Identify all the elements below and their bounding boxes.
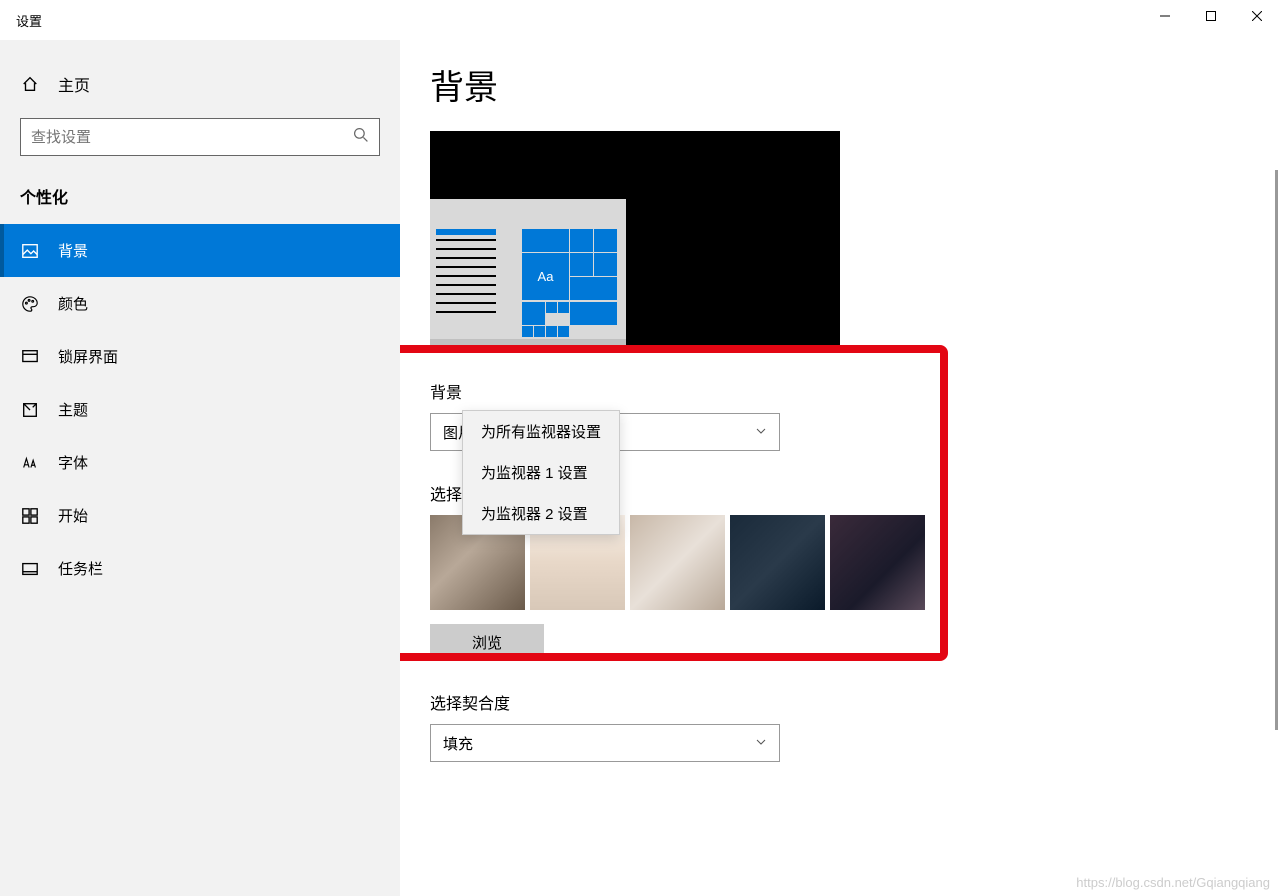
lockscreen-icon <box>20 347 40 367</box>
context-item-all-monitors[interactable]: 为所有监视器设置 <box>463 411 619 452</box>
home-button[interactable]: 主页 <box>0 60 400 108</box>
search-input[interactable] <box>31 129 353 146</box>
sidebar-item-themes[interactable]: 主题 <box>0 383 400 436</box>
desktop-preview: Aa <box>430 131 840 349</box>
page-title: 背景 <box>430 60 1250 109</box>
home-icon <box>20 74 40 94</box>
fit-label: 选择契合度 <box>430 690 1250 714</box>
preview-tile-text: Aa <box>522 253 569 300</box>
minimize-button[interactable] <box>1142 0 1188 32</box>
sidebar-item-label: 字体 <box>58 452 88 473</box>
sidebar-item-background[interactable]: 背景 <box>0 224 400 277</box>
sidebar-item-start[interactable]: 开始 <box>0 489 400 542</box>
close-button[interactable] <box>1234 0 1280 32</box>
browse-button[interactable]: 浏览 <box>430 624 544 660</box>
image-thumb[interactable] <box>730 515 825 610</box>
sidebar-item-colors[interactable]: 颜色 <box>0 277 400 330</box>
theme-icon <box>20 400 40 420</box>
context-item-monitor-2[interactable]: 为监视器 2 设置 <box>463 493 619 534</box>
home-label: 主页 <box>58 72 90 96</box>
window-title: 设置 <box>16 11 42 30</box>
font-icon <box>20 453 40 473</box>
image-thumb[interactable] <box>630 515 725 610</box>
sidebar-item-label: 主题 <box>58 399 88 420</box>
image-thumb[interactable] <box>830 515 925 610</box>
sidebar-item-fonts[interactable]: 字体 <box>0 436 400 489</box>
sidebar-item-lockscreen[interactable]: 锁屏界面 <box>0 330 400 383</box>
fit-dropdown[interactable]: 填充 <box>430 724 780 762</box>
context-item-monitor-1[interactable]: 为监视器 1 设置 <box>463 452 619 493</box>
maximize-button[interactable] <box>1188 0 1234 32</box>
palette-icon <box>20 294 40 314</box>
start-icon <box>20 506 40 526</box>
context-menu: 为所有监视器设置 为监视器 1 设置 为监视器 2 设置 <box>462 410 620 535</box>
taskbar-icon <box>20 559 40 579</box>
dropdown-value: 填充 <box>443 733 473 754</box>
sidebar-item-label: 开始 <box>58 505 88 526</box>
search-icon <box>353 127 369 148</box>
chevron-down-icon <box>755 424 767 441</box>
search-box[interactable] <box>20 118 380 156</box>
sidebar-item-taskbar[interactable]: 任务栏 <box>0 542 400 595</box>
watermark: https://blog.csdn.net/Gqiangqiang <box>1076 875 1270 890</box>
sidebar-item-label: 任务栏 <box>58 558 103 579</box>
content-area: 背景 Aa 背景 图片 <box>400 40 1280 896</box>
chevron-down-icon <box>755 735 767 752</box>
background-label: 背景 <box>430 379 1250 403</box>
sidebar: 主页 个性化 背景 颜色 锁屏界面 主题 <box>0 40 400 896</box>
sidebar-item-label: 颜色 <box>58 293 88 314</box>
section-title: 个性化 <box>0 174 400 224</box>
image-icon <box>20 241 40 261</box>
sidebar-item-label: 背景 <box>58 240 88 261</box>
scrollbar[interactable] <box>1275 170 1278 730</box>
sidebar-item-label: 锁屏界面 <box>58 346 118 367</box>
